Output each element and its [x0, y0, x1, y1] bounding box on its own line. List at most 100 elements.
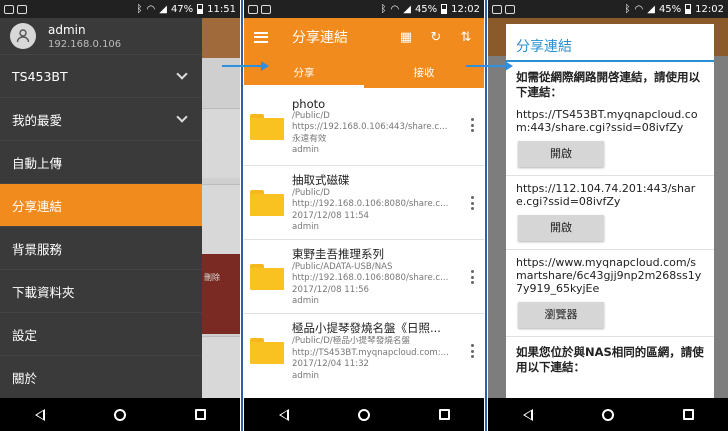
refresh-icon[interactable]: ↻ [428, 30, 444, 45]
signal-icon: ◢ [403, 3, 411, 15]
home-icon[interactable] [113, 408, 126, 421]
link-item: https://TS453BT.myqnapcloud.com:443/shar… [506, 102, 714, 176]
drawer-item-about[interactable]: 關於 [0, 355, 202, 398]
status-bar: ᛒ ◠ ◢ 45% 12:02 [244, 0, 484, 18]
background-row [200, 184, 240, 254]
drawer-item-settings[interactable]: 設定 [0, 312, 202, 355]
folder-icon [250, 189, 284, 216]
status-bar: ᛒ ◠ ◢ 45% 12:02 [488, 0, 728, 18]
file-owner: admin [292, 370, 319, 381]
drawer-item-label: 背景服務 [12, 241, 63, 257]
list-item[interactable]: photo /Public/D https://192.168.0.106:44… [244, 88, 484, 166]
more-options-icon[interactable] [471, 118, 474, 132]
recent-apps-icon[interactable] [194, 409, 206, 420]
wifi-icon: ◠ [146, 3, 156, 15]
system-nav-bar [0, 398, 240, 431]
link-url: https://112.104.74.201:443/share.cgi?ssi… [516, 182, 696, 208]
file-url: https://192.168.0.106:443/share.c... [292, 122, 448, 132]
drawer-item-background-service[interactable]: 背景服務 [0, 226, 202, 269]
more-options-icon[interactable] [471, 196, 474, 210]
share-link-dialog: 分享連結 如需從網際網路開啓連結，請使用以下連結： https://TS453B… [506, 24, 714, 398]
link-url: https://www.myqnapcloud.com/smartshare/6… [516, 256, 702, 295]
recent-apps-icon[interactable] [682, 409, 694, 420]
share-file-list: photo /Public/D https://192.168.0.106:44… [244, 88, 484, 398]
more-options-icon[interactable] [471, 344, 474, 358]
battery-icon [685, 4, 692, 14]
back-icon[interactable] [34, 408, 45, 421]
file-name: 抽取式磁碟 [292, 172, 350, 187]
drawer-item-label: 我的最愛 [12, 112, 63, 128]
drawer-item-label: 關於 [12, 370, 38, 386]
drawer-item-label: TS453BT [12, 68, 68, 84]
file-owner: admin [292, 222, 319, 232]
battery-percent: 45% [658, 3, 682, 15]
drawer-item-favorites[interactable]: 我的最愛 [0, 97, 202, 140]
battery-icon [441, 4, 448, 14]
list-item[interactable]: 東野圭吾推理系列 /Public/ADATA-USB/NAS http://19… [244, 240, 484, 314]
menu-icon[interactable] [254, 31, 268, 43]
file-expiry: 永遠有效 [292, 133, 327, 144]
background-row [200, 336, 240, 406]
folder-icon [250, 263, 284, 290]
signal-icon: ◢ [159, 3, 167, 15]
file-name: 極品小提琴發燒名盤《日照... [292, 321, 441, 335]
background-content: 刪除 [200, 18, 240, 406]
sort-icon[interactable]: ⇅ [458, 30, 474, 45]
home-icon[interactable] [357, 408, 370, 421]
open-link-button[interactable]: 開啟 [518, 141, 604, 167]
file-name: photo [292, 96, 326, 111]
folder-icon [250, 113, 284, 140]
screen-share-dialog: ᛒ ◠ ◢ 45% 12:02 分享連結 如需從網際網路開啓連結，請使用以下連結… [488, 0, 728, 431]
back-icon[interactable] [278, 408, 289, 421]
status-time: 11:51 [207, 3, 236, 15]
internet-section-heading: 如需從網際網路開啓連結，請使用以下連結： [516, 70, 700, 99]
screen-drawer: ᛒ ◠ ◢ 47% 11:51 刪除 admin 192.168.0.106 T… [0, 0, 240, 431]
home-icon[interactable] [601, 408, 614, 421]
annotation-arrow [222, 61, 269, 71]
image-icon [261, 4, 271, 14]
bluetooth-icon: ᛒ [380, 3, 387, 15]
list-item[interactable]: 極品小提琴發燒名盤《日照... /Public/D/極品小提琴發燒名盤 http… [244, 314, 484, 388]
file-path: /Public/D/極品小提琴發燒名盤 [292, 336, 411, 346]
open-link-button[interactable]: 開啟 [518, 215, 604, 241]
bluetooth-icon: ᛒ [624, 3, 631, 15]
page-title: 分享連結 [292, 30, 348, 46]
file-owner: admin [292, 145, 319, 155]
drawer-item-label: 下載資料夾 [12, 284, 75, 300]
list-item[interactable]: 抽取式磁碟 /Public/D http://192.168.0.106:808… [244, 166, 484, 240]
drawer-item-download-folder[interactable]: 下載資料夾 [0, 269, 202, 312]
drawer-item-label: 自動上傳 [12, 155, 63, 171]
file-date: 2017/12/08 11:54 [292, 210, 370, 221]
drawer-item-auto-upload[interactable]: 自動上傳 [0, 140, 202, 183]
app-bar: 分享連結 ▦ ↻ ⇅ [244, 18, 484, 56]
drawer-item-label: 設定 [12, 327, 38, 343]
back-icon[interactable] [522, 408, 533, 421]
browser-button[interactable]: 瀏覽器 [518, 302, 604, 328]
tab-receive[interactable]: 接收 [364, 56, 484, 88]
chevron-down-icon [176, 111, 188, 123]
status-time: 12:02 [695, 3, 724, 15]
status-bar: ᛒ ◠ ◢ 47% 11:51 [0, 0, 240, 18]
drawer-item-nas[interactable]: TS453BT [0, 54, 202, 97]
file-path: /Public/D [292, 187, 330, 198]
signal-icon: ◢ [647, 3, 655, 15]
user-icon [16, 29, 30, 43]
user-name: admin [48, 22, 86, 37]
drawer-header[interactable]: admin 192.168.0.106 [0, 18, 202, 54]
avatar [10, 23, 36, 49]
screen-share-list: ᛒ ◠ ◢ 45% 12:02 分享連結 ▦ ↻ ⇅ 分享 接收 photo /… [244, 0, 484, 431]
file-date: 2017/12/08 11:56 [292, 284, 370, 295]
background-appbar [200, 18, 240, 58]
grid-view-icon[interactable]: ▦ [398, 30, 414, 45]
bluetooth-icon: ᛒ [136, 3, 143, 15]
system-nav-bar [488, 398, 728, 431]
drawer-item-share-links[interactable]: 分享連結 [0, 183, 202, 226]
more-options-icon[interactable] [471, 270, 474, 284]
recent-apps-icon[interactable] [438, 409, 450, 420]
file-url: http://TS453BT.myqnapcloud.com:... [292, 347, 449, 358]
notification-icon [4, 4, 14, 14]
dialog-title: 分享連結 [506, 24, 714, 62]
background-delete-label: 刪除 [200, 254, 240, 334]
wifi-icon: ◠ [390, 3, 400, 15]
lan-section-heading: 如果您位於與NAS相同的區網，請使用以下連結： [516, 345, 704, 374]
